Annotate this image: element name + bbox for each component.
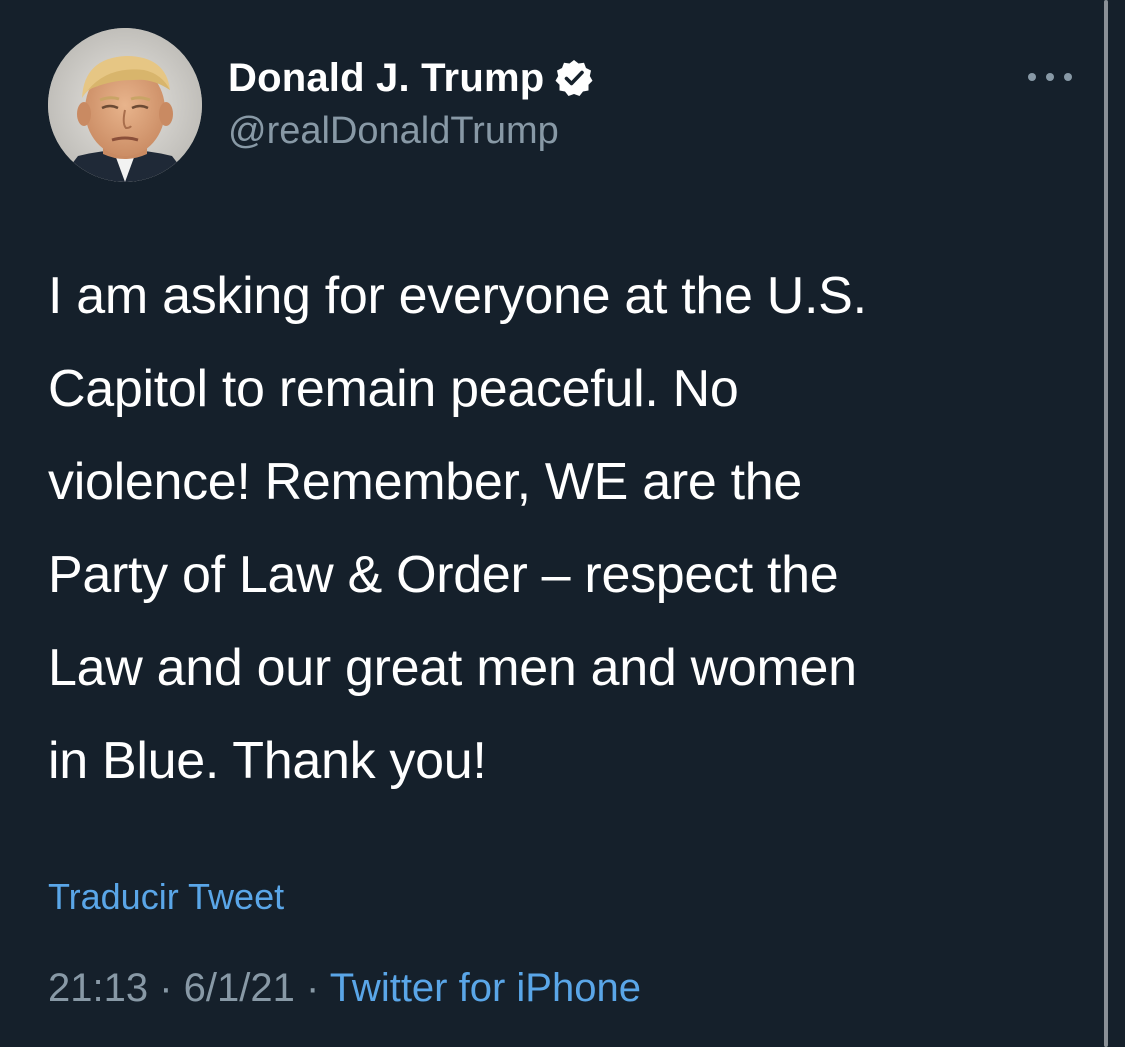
display-name[interactable]: Donald J. Trump: [228, 56, 544, 101]
display-name-row[interactable]: Donald J. Trump: [228, 52, 594, 104]
user-handle[interactable]: @realDonaldTrump: [228, 110, 559, 153]
tweet-text-line: I am asking for everyone at the U.S.: [48, 267, 867, 325]
tweet-text: I am asking for everyone at the U.S. Cap…: [48, 250, 1068, 808]
avatar-photo: [48, 28, 202, 182]
more-options-icon[interactable]: [1022, 62, 1078, 92]
meta-separator: ·: [294, 966, 330, 1010]
tweet-source-link[interactable]: Twitter for iPhone: [330, 966, 641, 1010]
tweet-text-line: Party of Law & Order – respect the: [48, 546, 839, 604]
meta-separator: ·: [148, 966, 184, 1010]
verified-badge-icon: [554, 58, 594, 98]
more-dot: [1046, 73, 1054, 81]
tweet-text-line: violence! Remember, WE are the: [48, 453, 802, 511]
more-dot: [1028, 73, 1036, 81]
tweet-text-line: in Blue. Thank you!: [48, 732, 487, 790]
avatar[interactable]: [48, 28, 202, 182]
tweet-text-line: Law and our great men and women: [48, 639, 857, 697]
tweet-date: 6/1/21: [183, 966, 295, 1010]
scrollbar[interactable]: [1104, 0, 1108, 1047]
translate-tweet-link[interactable]: Traducir Tweet: [48, 876, 284, 918]
tweet-time: 21:13: [48, 966, 149, 1010]
tweet-text-line: Capitol to remain peaceful. No: [48, 360, 739, 418]
more-dot: [1064, 73, 1072, 81]
tweet-meta: 21:13 · 6/1/21 · Twitter for iPhone: [48, 966, 641, 1011]
tweet: Donald J. Trump @realDonaldTrump I am as…: [0, 0, 1125, 1047]
